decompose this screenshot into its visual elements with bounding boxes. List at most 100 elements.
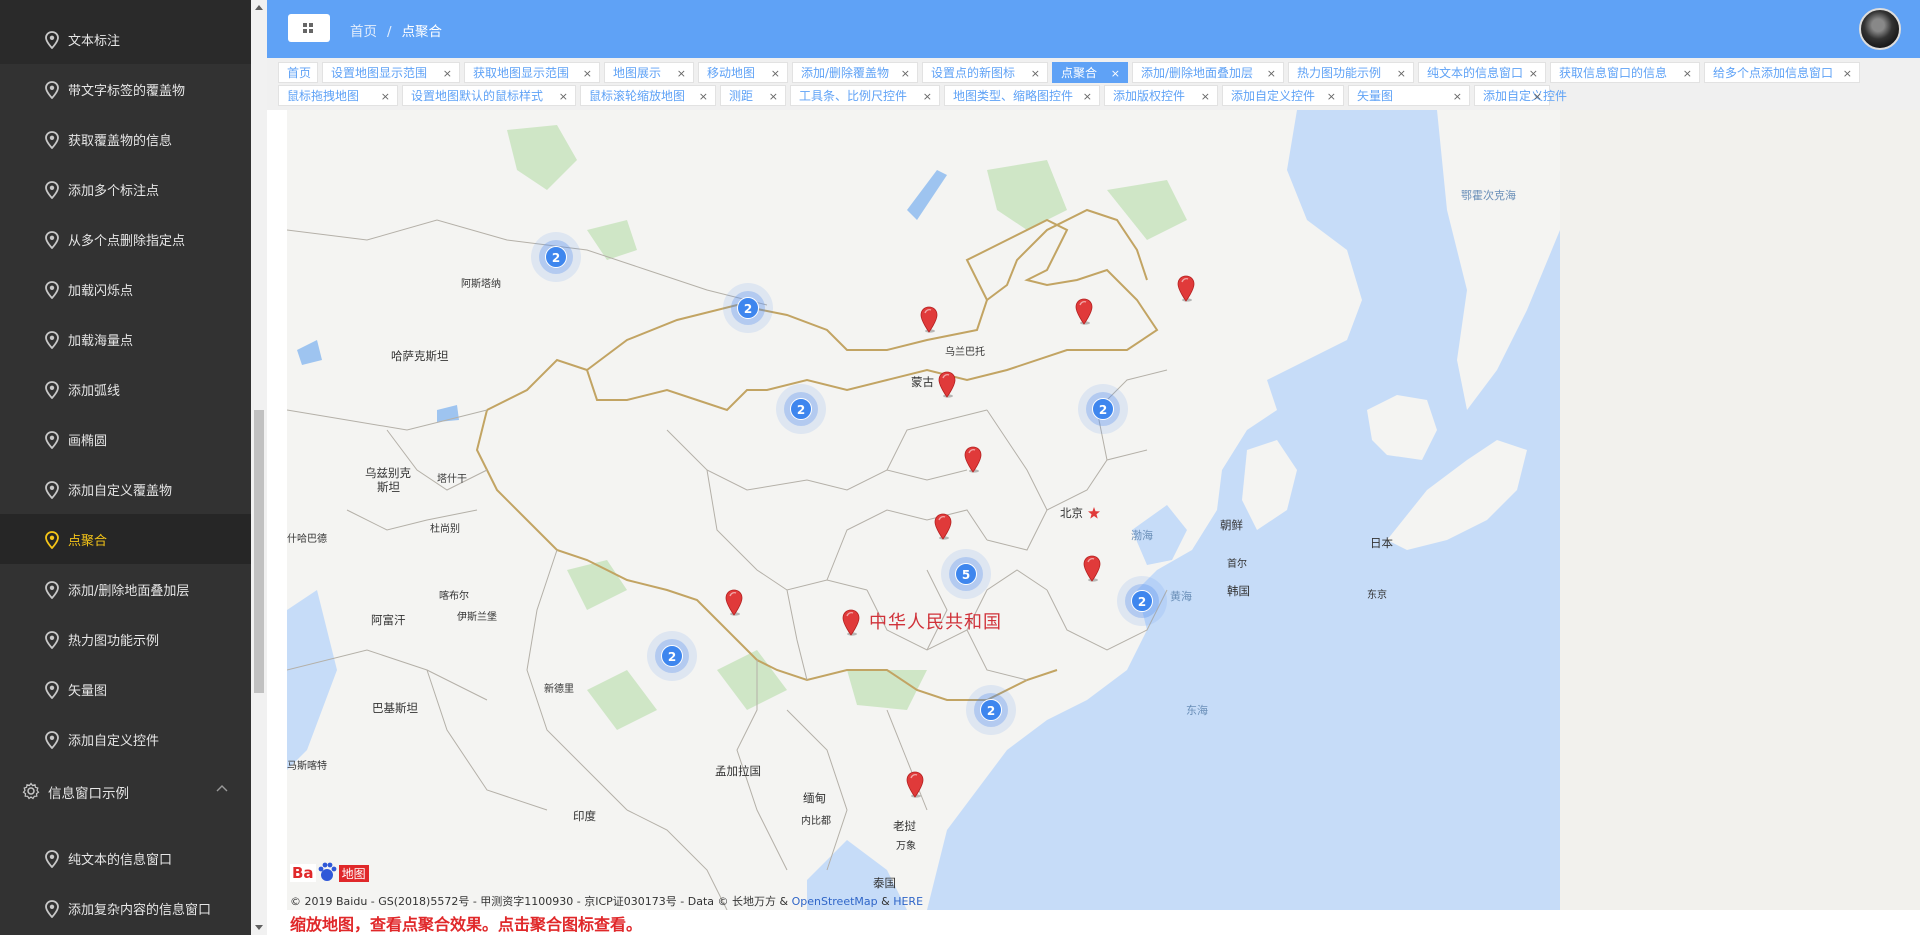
- tab-10[interactable]: 纯文本的信息窗口 ×: [1418, 62, 1546, 83]
- sidebar-group-info-window[interactable]: 信息窗口示例: [0, 766, 251, 816]
- sidebar-subitem-0[interactable]: 纯文本的信息窗口: [0, 833, 251, 883]
- tab-close-icon[interactable]: ×: [443, 63, 452, 84]
- map-marker-icon[interactable]: [1176, 274, 1196, 302]
- tab-0[interactable]: 首页: [278, 62, 318, 83]
- cluster-marker[interactable]: 2: [723, 283, 773, 333]
- map-label-south-korea: 韩国: [1227, 584, 1250, 598]
- tab-close-icon[interactable]: ×: [1453, 86, 1462, 107]
- sidebar-item-2[interactable]: 获取覆盖物的信息: [0, 114, 251, 164]
- tab-label: 点聚合: [1061, 66, 1098, 80]
- cluster-marker[interactable]: 5: [941, 549, 991, 599]
- tab-2[interactable]: 获取地图显示范围 ×: [464, 62, 600, 83]
- tab-close-icon[interactable]: ×: [677, 63, 686, 84]
- tab-19[interactable]: 添加版权控件 ×: [1104, 85, 1218, 106]
- tab-close-icon[interactable]: ×: [1083, 86, 1092, 107]
- sidebar-item-5[interactable]: 加载闪烁点: [0, 264, 251, 314]
- map-marker-icon[interactable]: [933, 512, 953, 540]
- breadcrumb-home[interactable]: 首页: [350, 24, 377, 40]
- tab-close-icon[interactable]: ×: [699, 86, 708, 107]
- tab-3[interactable]: 地图展示 ×: [604, 62, 694, 83]
- tab-22[interactable]: 添加自定义控件 ×: [1474, 85, 1567, 107]
- tab-15[interactable]: 鼠标滚轮缩放地图 ×: [580, 85, 716, 106]
- map-label-vientiane: 万象: [896, 841, 916, 852]
- tab-5[interactable]: 添加/删除覆盖物 ×: [792, 62, 918, 83]
- tab-close-icon[interactable]: ×: [1201, 86, 1210, 107]
- sidebar-item-label: 加载闪烁点: [68, 284, 134, 299]
- tab-4[interactable]: 移动地图 ×: [698, 62, 788, 83]
- sidebar-item-7[interactable]: 添加弧线: [0, 364, 251, 414]
- tab-label: 纯文本的信息窗口: [1427, 66, 1524, 80]
- tab-11[interactable]: 获取信息窗口的信息 ×: [1550, 62, 1700, 83]
- map-marker-icon[interactable]: [937, 370, 957, 398]
- tab-close-icon[interactable]: ×: [1397, 63, 1406, 84]
- tab-close-icon[interactable]: ×: [771, 63, 780, 84]
- map-marker-icon[interactable]: [905, 770, 925, 798]
- tab-close-icon[interactable]: ×: [1111, 63, 1120, 84]
- cluster-marker[interactable]: 2: [647, 631, 697, 681]
- sidebar-item-13[interactable]: 矢量图: [0, 664, 251, 714]
- tab-13[interactable]: 鼠标拖拽地图 ×: [278, 85, 398, 106]
- sidebar-item-8[interactable]: 画椭圆: [0, 414, 251, 464]
- sidebar-item-6[interactable]: 加载海量点: [0, 314, 251, 364]
- tab-close-icon[interactable]: ×: [559, 86, 568, 107]
- map-marker-icon[interactable]: [724, 588, 744, 616]
- tab-12[interactable]: 给多个点添加信息窗口 ×: [1704, 62, 1860, 83]
- avatar[interactable]: [1859, 8, 1901, 50]
- tab-18[interactable]: 地图类型、缩略图控件 ×: [944, 85, 1100, 106]
- sidebar-item-1[interactable]: 带文字标签的覆盖物: [0, 64, 251, 114]
- tab-close-icon[interactable]: ×: [1683, 63, 1692, 84]
- cluster-marker[interactable]: 2: [1117, 576, 1167, 626]
- tab-close-icon[interactable]: ×: [1529, 63, 1538, 84]
- sidebar-item-14[interactable]: 添加自定义控件: [0, 714, 251, 764]
- scroll-up-arrow-icon[interactable]: [254, 3, 264, 13]
- map-label-yellow-sea: 黄海: [1170, 590, 1192, 603]
- tab-1[interactable]: 设置地图显示范围 ×: [322, 62, 460, 83]
- map-marker-icon[interactable]: [919, 305, 939, 333]
- sidebar-item-11[interactable]: 添加/删除地面叠加层: [0, 564, 251, 614]
- tab-17[interactable]: 工具条、比例尺控件 ×: [790, 85, 940, 106]
- tab-14[interactable]: 设置地图默认的鼠标样式 ×: [402, 85, 576, 106]
- openstreetmap-link[interactable]: OpenStreetMap: [792, 895, 878, 908]
- tab-close-icon[interactable]: ×: [923, 86, 932, 107]
- tab-6[interactable]: 设置点的新图标 ×: [922, 62, 1048, 83]
- sidebar-item-3[interactable]: 添加多个标注点: [0, 164, 251, 214]
- menu-toggle-button[interactable]: [288, 14, 330, 42]
- sidebar-item-10[interactable]: 点聚合: [0, 514, 251, 564]
- sidebar-subitem-1[interactable]: 添加复杂内容的信息窗口: [0, 883, 251, 933]
- sidebar-item-0[interactable]: 文本标注: [0, 14, 251, 64]
- tab-16[interactable]: 测距 ×: [720, 85, 786, 106]
- cluster-marker[interactable]: 2: [776, 384, 826, 434]
- map-marker-icon[interactable]: [1082, 554, 1102, 582]
- tab-7[interactable]: 点聚合 ×: [1052, 62, 1128, 83]
- tab-close-icon[interactable]: ×: [1843, 63, 1852, 84]
- tab-close-icon[interactable]: ×: [1327, 86, 1336, 107]
- tab-close-icon[interactable]: ×: [769, 86, 778, 107]
- cluster-marker[interactable]: 2: [966, 685, 1016, 735]
- cluster-count: 2: [737, 297, 759, 319]
- tab-9[interactable]: 热力图功能示例 ×: [1288, 62, 1414, 83]
- tab-close-icon[interactable]: ×: [381, 86, 390, 107]
- cluster-marker[interactable]: 2: [1078, 384, 1128, 434]
- sidebar-item-12[interactable]: 热力图功能示例: [0, 614, 251, 664]
- tab-close-icon[interactable]: ×: [1533, 86, 1542, 107]
- map-marker-icon[interactable]: [841, 608, 861, 636]
- tab-20[interactable]: 添加自定义控件 ×: [1222, 85, 1344, 106]
- sidebar-item-9[interactable]: 添加自定义覆盖物: [0, 464, 251, 514]
- map-marker-icon[interactable]: [963, 445, 983, 473]
- tab-8[interactable]: 添加/删除地面叠加层 ×: [1132, 62, 1284, 83]
- tab-close-icon[interactable]: ×: [901, 63, 910, 84]
- tab-21[interactable]: 矢量图 ×: [1348, 85, 1470, 106]
- sidebar-item-label: 添加多个标注点: [68, 184, 160, 199]
- cluster-marker[interactable]: 2: [531, 232, 581, 282]
- sidebar-scrollbar-thumb[interactable]: [254, 410, 264, 693]
- tab-close-icon[interactable]: ×: [583, 63, 592, 84]
- tab-close-icon[interactable]: ×: [1267, 63, 1276, 84]
- map-container[interactable]: 哈萨克斯坦 阿斯塔纳 乌兹别克 斯坦 塔什干 杜尚别 什哈巴德 喀布尔 阿富汗 …: [287, 110, 1560, 910]
- tab-close-icon[interactable]: ×: [1031, 63, 1040, 84]
- sidebar-item-4[interactable]: 从多个点删除指定点: [0, 214, 251, 264]
- here-link[interactable]: HERE: [893, 895, 923, 908]
- scroll-down-arrow-icon[interactable]: [254, 922, 264, 932]
- map-label-kazakhstan: 哈萨克斯坦: [391, 349, 449, 363]
- copyright-amp: &: [877, 895, 894, 908]
- map-marker-icon[interactable]: [1074, 297, 1094, 325]
